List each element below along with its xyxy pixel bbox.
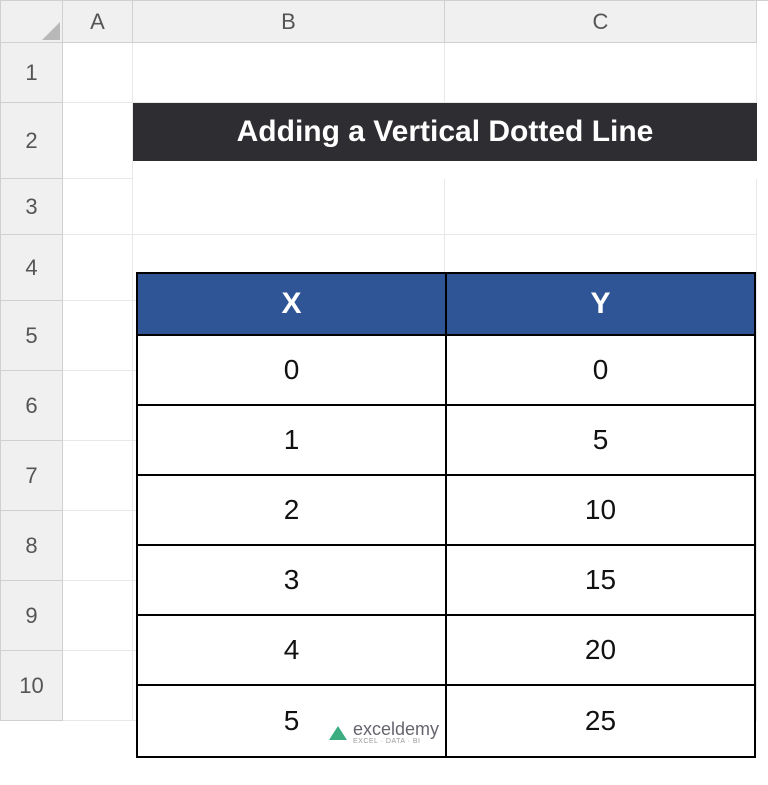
row-header-6[interactable]: 6: [1, 371, 63, 441]
watermark: exceldemy EXCEL · DATA · BI: [329, 720, 439, 745]
table-row: 2 10: [138, 476, 754, 546]
brand-tagline: EXCEL · DATA · BI: [353, 738, 439, 745]
col-header-b[interactable]: B: [133, 1, 445, 43]
table-row: 1 5: [138, 406, 754, 476]
cell-y[interactable]: 0: [447, 336, 754, 406]
row-header-1[interactable]: 1: [1, 43, 63, 103]
cell-a10[interactable]: [63, 651, 133, 721]
cell-b1[interactable]: [133, 43, 445, 103]
page-title: Adding a Vertical Dotted Line: [133, 103, 757, 161]
table-header-row: X Y: [138, 274, 754, 336]
cell-y[interactable]: 10: [447, 476, 754, 546]
cell-a8[interactable]: [63, 511, 133, 581]
cell-a5[interactable]: [63, 301, 133, 371]
row-header-8[interactable]: 8: [1, 511, 63, 581]
cell-y[interactable]: 25: [447, 686, 754, 756]
cell-b3[interactable]: [133, 179, 445, 235]
row-header-5[interactable]: 5: [1, 301, 63, 371]
cell-x[interactable]: 3: [138, 546, 447, 616]
cell-c1[interactable]: [445, 43, 757, 103]
cell-a6[interactable]: [63, 371, 133, 441]
cell-a7[interactable]: [63, 441, 133, 511]
cell-x[interactable]: 2: [138, 476, 447, 546]
col-header-c[interactable]: C: [445, 1, 757, 43]
cell-a2[interactable]: [63, 103, 133, 179]
cell-y[interactable]: 5: [447, 406, 754, 476]
brand-name: exceldemy: [353, 720, 439, 738]
table-row: 4 20: [138, 616, 754, 686]
table-row: 0 0: [138, 336, 754, 406]
row-header-2[interactable]: 2: [1, 103, 63, 179]
header-y[interactable]: Y: [447, 274, 754, 336]
cell-a1[interactable]: [63, 43, 133, 103]
brand-logo-icon: [329, 726, 347, 740]
row-header-9[interactable]: 9: [1, 581, 63, 651]
cell-x[interactable]: 0: [138, 336, 447, 406]
row-header-4[interactable]: 4: [1, 235, 63, 301]
row-header-3[interactable]: 3: [1, 179, 63, 235]
cell-a9[interactable]: [63, 581, 133, 651]
header-x[interactable]: X: [138, 274, 447, 336]
select-all-icon: [42, 22, 60, 40]
cell-a3[interactable]: [63, 179, 133, 235]
cell-y[interactable]: 20: [447, 616, 754, 686]
cell-x[interactable]: 4: [138, 616, 447, 686]
table-row: 5 25: [138, 686, 754, 756]
table-row: 3 15: [138, 546, 754, 616]
cell-x[interactable]: 1: [138, 406, 447, 476]
brand-text: exceldemy EXCEL · DATA · BI: [353, 720, 439, 745]
cell-y[interactable]: 15: [447, 546, 754, 616]
row-header-10[interactable]: 10: [1, 651, 63, 721]
title-cell[interactable]: Adding a Vertical Dotted Line: [133, 103, 757, 179]
row-header-7[interactable]: 7: [1, 441, 63, 511]
col-header-a[interactable]: A: [63, 1, 133, 43]
data-table: X Y 0 0 1 5 2 10 3 15 4 20 5 25: [136, 272, 756, 758]
cell-a4[interactable]: [63, 235, 133, 301]
select-all-corner[interactable]: [1, 1, 63, 43]
cell-c3[interactable]: [445, 179, 757, 235]
